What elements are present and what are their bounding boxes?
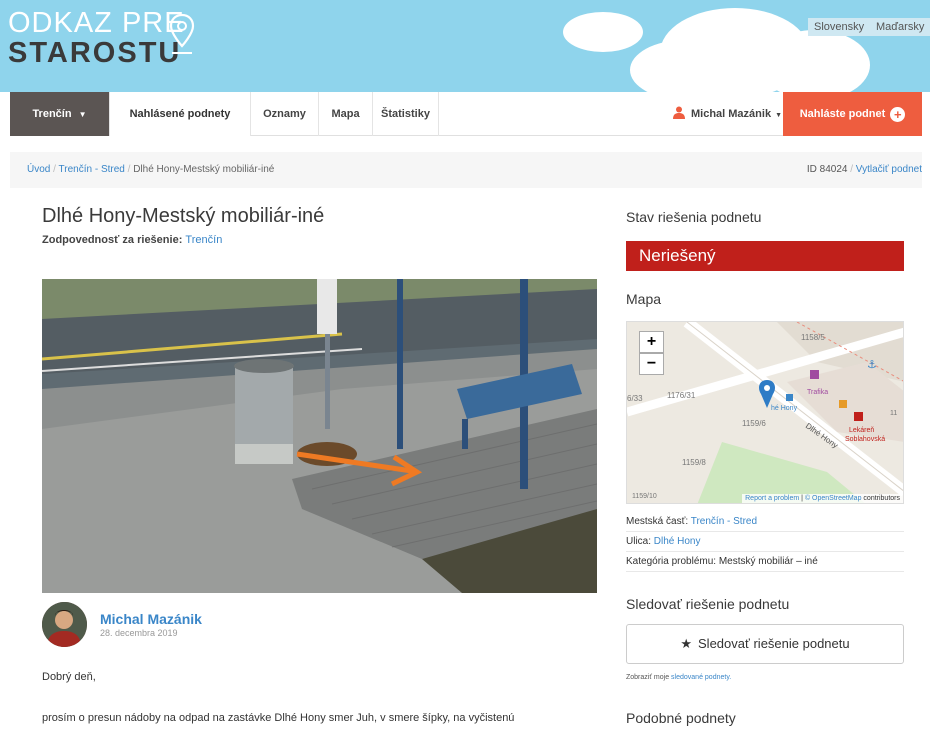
category-label: Kategória problému: [626, 556, 717, 567]
responsibility-link[interactable]: Trenčín [185, 234, 222, 246]
issue-body: prosím o presun nádoby na odpad na zastá… [42, 712, 515, 724]
nav-announcements[interactable]: Oznamy [251, 92, 319, 136]
map-label: 1159/10 [632, 493, 657, 500]
city-label: Trenčín [32, 108, 72, 120]
info-district: Mestská časť: Trenčín - Stred [626, 514, 904, 532]
caret-down-icon: ▼ [775, 112, 782, 119]
map-label: 1159/8 [682, 458, 706, 467]
issue-title: Dlhé Hony-Mestský mobiliár-iné [42, 205, 325, 227]
info-street: Ulica: Dlhé Hony [626, 534, 904, 552]
logo-line2: STAROSTU [8, 37, 182, 69]
zoom-in-button[interactable]: + [639, 331, 664, 353]
map-label: 6/33 [627, 394, 643, 403]
map-heading: Mapa [626, 291, 662, 307]
lang-hungarian[interactable]: Maďarsky [870, 18, 930, 36]
followed-note: Zobraziť moje sledované podnety. [626, 674, 731, 681]
print-issue-link[interactable]: Vytlačiť podnet [856, 164, 922, 175]
shop-icon [810, 370, 819, 379]
site-logo[interactable]: ODKAZ PRE STAROSTU [8, 9, 185, 68]
author-name[interactable]: Michal Mazánik [100, 611, 202, 627]
report-problem-link[interactable]: Report a problem [745, 495, 799, 502]
follow-button-label: Sledovať riešenie podnetu [698, 636, 850, 651]
issue-id-value: 84024 [819, 164, 848, 175]
map-attribution: Report a problem | © OpenStreetMap contr… [742, 494, 903, 503]
followed-note-text: Zobraziť moje [626, 674, 670, 681]
follow-heading: Sledovať riešenie podnetu [626, 596, 790, 612]
district-link[interactable]: Trenčín - Stred [691, 516, 757, 527]
responsibility-label: Zodpovednosť za riešenie: [42, 234, 183, 246]
map-label: 11 [890, 410, 897, 417]
main-nav: Trenčín ▼ Nahlásené podnety Oznamy Mapa … [10, 92, 922, 136]
city-dropdown[interactable]: Trenčín ▼ [10, 92, 110, 136]
zoom-out-button[interactable]: − [639, 353, 664, 375]
map-label: 1158/5 [801, 333, 825, 342]
lang-slovak[interactable]: Slovensky [808, 18, 871, 36]
nav-reported-issues[interactable]: Nahlásené podnety [110, 92, 251, 136]
street-label: Ulica: [626, 536, 652, 547]
issue-map[interactable]: 1158/5 1176/31 6/33 1159/6 1159/8 1159/1… [626, 321, 904, 504]
map-poi-label: Soblahovská [845, 436, 885, 443]
playground-icon: ⚓ [867, 358, 877, 371]
breadcrumb-district[interactable]: Trenčín - Stred [59, 164, 125, 175]
follow-issue-button[interactable]: ★ Sledovať riešenie podnetu [626, 624, 904, 664]
plus-icon: + [890, 106, 906, 122]
nav-statistics[interactable]: Štatistiky [373, 92, 439, 136]
issue-id-label: ID [806, 164, 817, 175]
cafe-icon [839, 400, 847, 408]
issue-photo[interactable] [42, 279, 597, 593]
breadcrumb-home[interactable]: Úvod [27, 164, 50, 175]
nav-map[interactable]: Mapa [319, 92, 373, 136]
issue-greeting: Dobrý deň, [42, 671, 96, 683]
report-issue-button[interactable]: Nahláste podnet + [783, 92, 922, 136]
post-date: 28. decembra 2019 [100, 628, 178, 638]
avatar-image [42, 602, 87, 647]
report-issue-label: Nahláste podnet [799, 108, 886, 120]
osm-link[interactable]: © OpenStreetMap [805, 495, 862, 502]
logo-line1: ODKAZ PRE [8, 7, 185, 39]
info-category: Kategória problému: Mestský mobiliár – i… [626, 554, 904, 572]
cloud-decoration [630, 40, 740, 92]
bus-stop-photo [42, 279, 597, 593]
site-header: ODKAZ PRE STAROSTU Slovensky Maďarsky [0, 0, 930, 92]
caret-down-icon: ▼ [78, 110, 87, 119]
status-heading: Stav riešenia podnetu [626, 209, 762, 225]
location-pin-icon [169, 13, 195, 54]
category-value: Mestský mobiliár – iné [718, 556, 818, 567]
map-tiles: 1158/5 1176/31 6/33 1159/6 1159/8 1159/1… [627, 322, 903, 503]
responsibility: Zodpovednosť za riešenie: Trenčín [42, 234, 222, 246]
status-badge: Neriešený [626, 241, 904, 271]
breadcrumb: Úvod / Trenčín - Stred / Dlhé Hony-Mests… [10, 152, 922, 188]
cloud-decoration [563, 12, 643, 52]
author-avatar[interactable] [42, 602, 87, 647]
breadcrumb-current: Dlhé Hony-Mestský mobiliár-iné [133, 164, 275, 175]
star-icon: ★ [680, 636, 693, 651]
followed-issues-link[interactable]: sledované podnety. [671, 674, 731, 681]
pharmacy-icon [854, 412, 863, 421]
map-poi-label: hé Hony [771, 405, 798, 412]
street-link[interactable]: Dlhé Hony [654, 536, 701, 547]
map-poi-label: Lekáreň [849, 427, 874, 434]
similar-heading: Podobné podnety [626, 710, 736, 726]
map-poi-label: Trafika [807, 389, 828, 396]
map-label: 1176/31 [667, 391, 696, 400]
user-name: Michal Mazánik [690, 108, 772, 120]
contributors-text: contributors [863, 495, 900, 502]
bus-stop-icon [786, 394, 793, 401]
cloud-decoration [760, 30, 870, 92]
user-menu[interactable]: Michal Mazánik ▼ [672, 92, 782, 136]
user-icon [672, 106, 685, 119]
map-label: 1159/6 [742, 419, 766, 428]
district-label: Mestská časť: [626, 516, 689, 527]
